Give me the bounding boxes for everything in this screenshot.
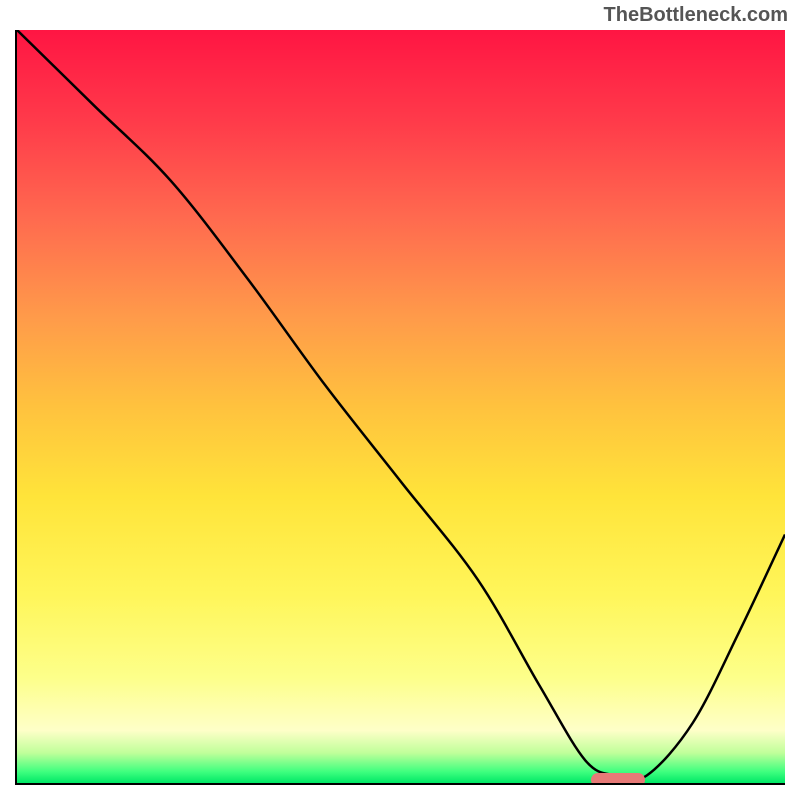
bottleneck-curve [17,30,785,780]
optimal-marker [591,773,645,785]
watermark-text: TheBottleneck.com [604,4,788,27]
curve-svg [17,30,785,783]
plot-area [15,30,785,785]
